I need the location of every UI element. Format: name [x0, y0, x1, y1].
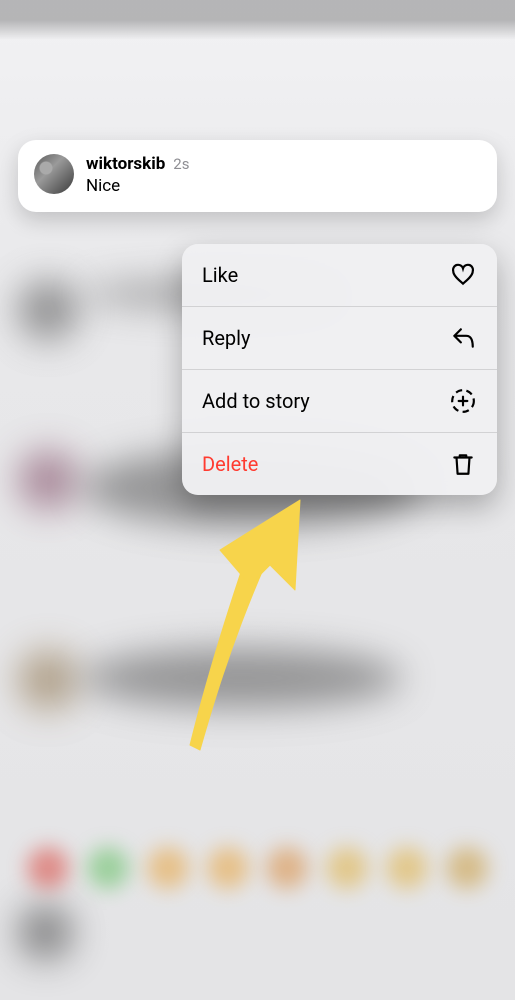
timestamp: 2s: [173, 155, 189, 173]
reaction-row: [0, 840, 515, 895]
context-menu: Like Reply Add to story Delete: [182, 244, 497, 495]
menu-item-label: Reply: [202, 326, 251, 350]
avatar: [34, 154, 74, 194]
menu-item-delete[interactable]: Delete: [182, 432, 497, 495]
menu-item-reply[interactable]: Reply: [182, 306, 497, 369]
comment-body: wiktorskib 2s Nice: [86, 154, 189, 196]
reply-icon: [449, 324, 477, 352]
menu-item-label: Delete: [202, 452, 258, 476]
comment-text: Nice: [86, 176, 189, 196]
menu-item-label: Add to story: [202, 389, 310, 413]
heart-icon: [449, 261, 477, 289]
menu-item-like[interactable]: Like: [182, 244, 497, 306]
menu-item-add-to-story[interactable]: Add to story: [182, 369, 497, 432]
comment-card[interactable]: wiktorskib 2s Nice: [18, 140, 497, 212]
add-story-icon: [449, 387, 477, 415]
trash-icon: [449, 450, 477, 478]
comment-meta: wiktorskib 2s: [86, 154, 189, 174]
menu-item-label: Like: [202, 263, 238, 287]
username[interactable]: wiktorskib: [86, 154, 165, 174]
